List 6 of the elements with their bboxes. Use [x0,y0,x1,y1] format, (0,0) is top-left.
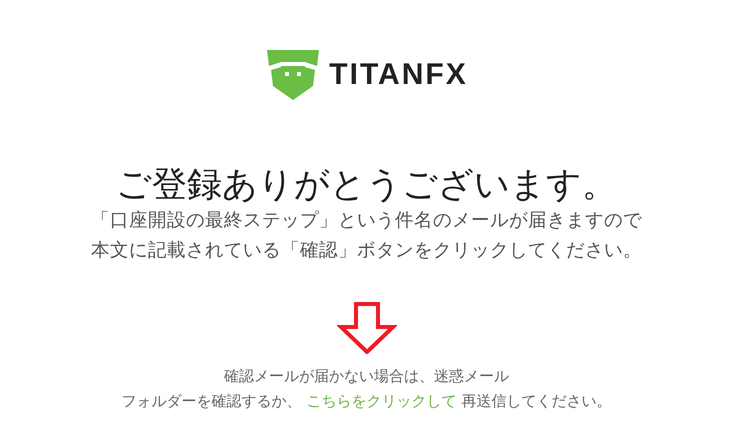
logo-text: TITANFX [329,56,468,92]
notice-text: 確認メールが届かない場合は、迷惑メール フォルダーを確認するか、 こちらをクリックして 再送信してください。 [122,366,612,412]
heading: ご登録ありがとうございます。 [116,164,617,206]
resend-link[interactable]: こちらをクリックして [306,392,456,410]
message-text: 「口座開設の最終ステップ」という件名のメールが届きますので 本文に記載されている「確認」ボタンをクリックしてください。 [91,209,642,263]
down-arrow-icon [336,302,396,354]
